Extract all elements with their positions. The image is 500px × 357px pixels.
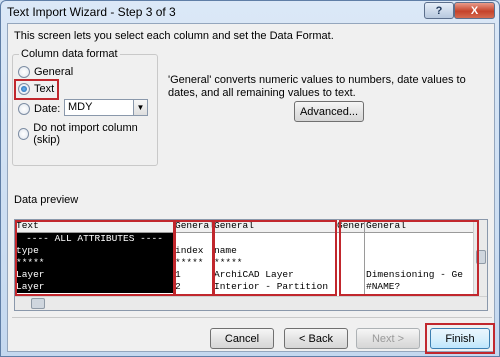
chevron-down-icon[interactable]: ▼ bbox=[133, 100, 147, 115]
group-label: Column data format bbox=[19, 48, 120, 60]
highlight-box bbox=[213, 220, 337, 296]
back-button-label: < Back bbox=[299, 332, 333, 345]
text-import-wizard-window: Text Import Wizard - Step 3 of 3 ? X Thi… bbox=[0, 0, 500, 357]
highlight-box bbox=[425, 323, 495, 354]
highlight-box bbox=[14, 79, 59, 100]
advanced-button[interactable]: Advanced... bbox=[294, 101, 364, 122]
radio-circle[interactable] bbox=[18, 103, 30, 115]
radio-circle[interactable] bbox=[18, 128, 30, 140]
radio-skip[interactable]: Do not import column (skip) bbox=[18, 122, 157, 146]
highlight-box bbox=[339, 220, 479, 296]
next-button[interactable]: Next > bbox=[356, 328, 420, 349]
next-button-label: Next > bbox=[371, 332, 405, 345]
close-button[interactable]: X bbox=[454, 2, 495, 19]
cancel-button-label: Cancel bbox=[224, 332, 260, 345]
horizontal-scrollbar[interactable] bbox=[15, 296, 487, 310]
radio-label-general: General bbox=[34, 66, 74, 78]
radio-circle[interactable] bbox=[18, 66, 30, 78]
back-button[interactable]: < Back bbox=[284, 328, 348, 349]
date-format-select[interactable]: MDY ▼ bbox=[64, 99, 148, 116]
instruction-text: This screen lets you select each column … bbox=[14, 30, 334, 42]
window-title: Text Import Wizard - Step 3 of 3 bbox=[7, 5, 176, 19]
help-button[interactable]: ? bbox=[424, 2, 454, 19]
title-bar: Text Import Wizard - Step 3 of 3 ? X bbox=[1, 1, 499, 23]
divider bbox=[12, 317, 492, 318]
dialog-body: This screen lets you select each column … bbox=[7, 23, 495, 354]
data-preview-label: Data preview bbox=[14, 194, 79, 206]
radio-label-date: Date: bbox=[34, 103, 61, 115]
horizontal-scroll-thumb[interactable] bbox=[31, 298, 45, 309]
radio-label-skip: Do not import column (skip) bbox=[33, 122, 138, 146]
radio-general[interactable]: General bbox=[18, 66, 73, 78]
cancel-button[interactable]: Cancel bbox=[210, 328, 274, 349]
advanced-button-label: Advanced... bbox=[299, 105, 359, 118]
highlight-box bbox=[15, 220, 175, 296]
radio-date[interactable]: Date: bbox=[18, 103, 60, 115]
date-format-value: MDY bbox=[68, 101, 93, 113]
highlight-box bbox=[174, 220, 214, 296]
format-info-text: 'General' converts numeric values to num… bbox=[168, 74, 466, 99]
data-preview-grid[interactable]: Text ---- ALL ATTRIBUTES ---- type *****… bbox=[14, 219, 488, 311]
